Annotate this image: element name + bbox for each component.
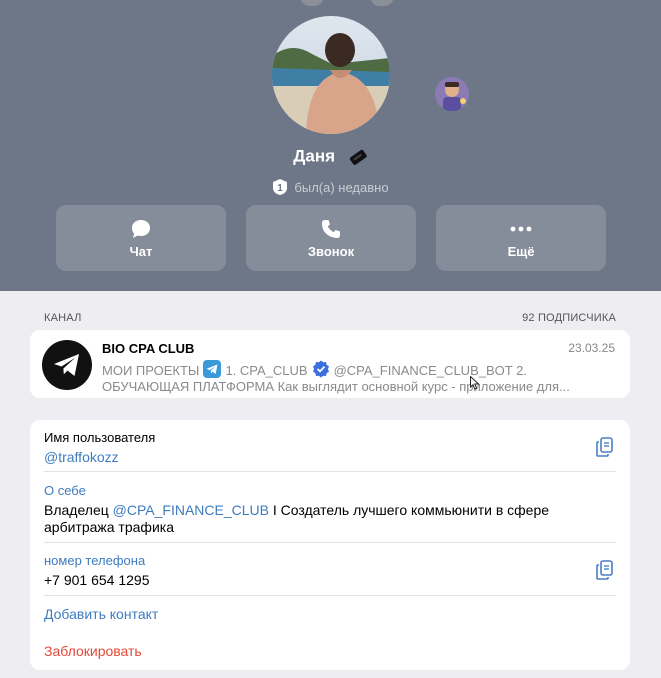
story-avatar[interactable] [435,77,469,111]
chat-bubble-icon [56,218,226,240]
call-button[interactable]: Звонок [246,205,416,271]
subscriber-count: 92 ПОДПИСЧИКА [522,312,616,324]
username-link[interactable]: @traffokozz [44,449,119,466]
avatar[interactable] [272,16,390,134]
channel-date: 23.03.25 [568,341,615,355]
add-contact-button[interactable]: Добавить контакт [44,606,158,623]
shield-badge-number: 1 [278,183,284,194]
mouse-cursor-icon [470,375,480,395]
more-button-label: Ещё [507,244,535,259]
channel-preview: МОИ ПРОЕКТЫ 1. CPA_CLUB @CPA_FINANCE_CLUB_… [102,360,620,395]
more-dots-icon [436,218,606,240]
channel-section-label: КАНАЛ [44,312,82,324]
bio-label: О себе [44,483,86,498]
block-user-button[interactable]: Заблокировать [44,643,142,660]
action-buttons: Чат Звонок Ещё [56,205,606,271]
user-info-card: Имя пользователя @traffokozz О себе Влад… [30,420,630,670]
channel-preview-bot: @CPA_FINANCE_CLUB_BOT 2. [333,363,527,378]
chat-button-label: Чат [129,244,153,259]
profile-status-row: 1 был(а) недавно [0,179,661,195]
copy-phone-icon[interactable] [594,559,616,581]
phone-icon [246,218,416,240]
verified-badge-icon [312,360,330,378]
channel-preview-line2: ОБУЧАЮЩАЯ ПЛАТФОРМА Как выглядит основно… [102,379,570,394]
call-button-label: Звонок [307,244,355,259]
chat-button[interactable]: Чат [56,205,226,271]
channel-card[interactable]: BIO CPA CLUB 23.03.25 МОИ ПРОЕКТЫ 1. CPA_… [30,330,630,398]
profile-name: Даня [293,146,336,166]
shield-badge-icon: 1 [272,179,288,195]
story-indicators [296,0,396,6]
phone-number[interactable]: +7 901 654 1295 [44,572,150,589]
bio-text: Владелец @CPA_FINANCE_CLUB I Создатель л… [44,502,549,536]
telegram-square-icon [203,360,222,378]
phone-label: номер телефона [44,553,146,568]
channel-preview-club: 1. CPA_CLUB [225,363,308,378]
bio-mention-link[interactable]: @CPA_FINANCE_CLUB [113,502,269,518]
username-label: Имя пользователя [44,430,156,445]
last-seen-text: был(а) недавно [294,180,389,195]
profile-name-row: Даня [0,146,661,167]
bio-prefix: Владелец [44,502,113,518]
divider [44,595,616,596]
channel-title: BIO CPA CLUB [102,341,195,356]
profile-header: Даня 1 был(а) недавно Чат Звонок Ещё [0,0,661,291]
divider [44,471,616,472]
telegram-logo-icon [42,340,92,390]
more-button[interactable]: Ещё [436,205,606,271]
copy-username-icon[interactable] [594,436,616,458]
divider [44,542,616,543]
bio-suffix: I Создатель лучшего коммьюнити в сфере [268,502,550,518]
bio-line2: арбитража трафика [44,519,174,535]
premium-emoji-icon[interactable] [348,147,368,167]
channel-preview-projects: МОИ ПРОЕКТЫ [102,363,200,378]
